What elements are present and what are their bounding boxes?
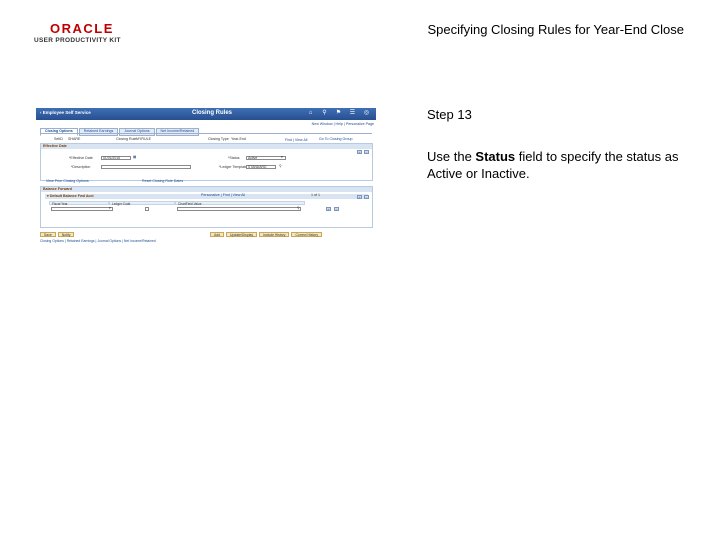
- instruction-pre: Use the: [427, 149, 476, 164]
- grid-header-ledger-code: Ledger Code: [109, 201, 175, 206]
- reset-dates-link[interactable]: Reset Closing Rule Dates: [142, 179, 183, 184]
- fiscal-year-dropdown-icon[interactable]: ▾: [109, 206, 111, 211]
- logo-upk-text: USER PRODUCTIVITY KIT: [34, 37, 121, 44]
- delete-row-button[interactable]: −: [364, 150, 369, 154]
- fiscal-year-select[interactable]: [51, 207, 113, 211]
- home-link[interactable]: ‹ Employee Self Service: [40, 110, 91, 116]
- balance-add-row-button[interactable]: +: [357, 195, 362, 199]
- page-tabs: Closing Options Retained Earnings Journa…: [40, 128, 200, 136]
- effective-find-links[interactable]: Find | View All: [285, 138, 307, 143]
- header-actions: ⌂ ⚲ ⚑ ☰ ◎: [307, 110, 370, 117]
- effective-date-label: *Effective Date: [69, 156, 93, 160]
- slide-title: Specifying Closing Rules for Year-End Cl…: [427, 22, 684, 37]
- instruction-field-name: Status: [475, 149, 516, 164]
- oracle-upk-logo: ORACLE USER PRODUCTIVITY KIT: [34, 22, 130, 44]
- status-dropdown-icon[interactable]: ▾: [281, 155, 283, 160]
- update-display-button[interactable]: Update/Display: [226, 232, 258, 237]
- grid-add-row-button[interactable]: +: [326, 207, 331, 211]
- status-select[interactable]: Active: [246, 156, 286, 160]
- closing-type-value: Year-End: [231, 137, 246, 141]
- description-field[interactable]: [101, 165, 191, 169]
- lookup-icon[interactable]: ⚲: [279, 164, 282, 169]
- closing-rule-value: MYRULE: [136, 137, 151, 141]
- app-header-bar: ‹ Employee Self Service Closing Rules ⌂ …: [36, 108, 376, 120]
- status-label: *Status: [228, 156, 240, 160]
- app-page-title: Closing Rules: [192, 110, 233, 116]
- setid-value: SHARE: [68, 137, 81, 141]
- tab-divider: [40, 133, 372, 134]
- ledger-code-checkbox[interactable]: [145, 207, 149, 211]
- effective-date-header: Effective Date: [41, 144, 372, 149]
- closing-type-label: Closing Type: [208, 137, 229, 141]
- save-button[interactable]: Save: [40, 232, 56, 237]
- primary-buttons: Save Notify: [40, 232, 75, 237]
- search-icon[interactable]: ⚲: [321, 110, 328, 117]
- chartfield-lookup-icon[interactable]: ⚲: [297, 206, 300, 211]
- closing-rule-label: Closing Rule: [116, 137, 137, 141]
- app-screenshot: ‹ Employee Self Service Closing Rules ⌂ …: [36, 108, 376, 258]
- action-buttons: Add Update/Display Include History Corre…: [210, 232, 323, 237]
- footer-tab-links[interactable]: Closing Options | Retained Earnings | Jo…: [40, 239, 156, 244]
- tab-net-income[interactable]: Net Income/Retained: [155, 128, 200, 136]
- add-button[interactable]: Add: [210, 232, 225, 237]
- grid-delete-row-button[interactable]: −: [334, 207, 339, 211]
- ledger-template-field[interactable]: STANDARD: [246, 165, 276, 169]
- tab-journal-options[interactable]: Journal Options: [119, 128, 155, 136]
- setid-label: SetID: [54, 137, 63, 141]
- home-icon[interactable]: ⌂: [307, 110, 314, 117]
- balance-pager-links[interactable]: Personalize | Find | View All: [201, 193, 245, 198]
- grid-header-chartfield: ChartField Value: [175, 201, 305, 206]
- correct-history-button[interactable]: Correct History: [291, 232, 323, 237]
- default-acct-header-label: Default Balance Fwd Acct: [49, 194, 94, 198]
- prior-options-link[interactable]: View Prior Closing Options: [46, 179, 89, 184]
- notify-button[interactable]: Notify: [57, 232, 75, 237]
- description-label: *Description: [71, 165, 91, 169]
- add-row-button[interactable]: +: [357, 150, 362, 154]
- effective-date-field[interactable]: 01/01/2015: [101, 156, 131, 160]
- logo-oracle-text: ORACLE: [50, 21, 114, 36]
- calendar-icon[interactable]: ▦: [133, 155, 136, 160]
- menu-icon[interactable]: ☰: [349, 110, 356, 117]
- effective-date-section: Effective Date Find | View All + − *Effe…: [40, 138, 373, 181]
- grid-header-fiscal-year: Fiscal Year: [49, 201, 109, 206]
- balance-pager-range: 1 of 1: [311, 193, 320, 197]
- closing-group-link[interactable]: Go To Closing Group: [319, 137, 353, 142]
- balance-forward-section: Balance Forward ▾ Default Balance Fwd Ac…: [40, 186, 373, 228]
- include-history-button[interactable]: Include History: [259, 232, 290, 237]
- balance-forward-header: Balance Forward: [41, 187, 372, 192]
- tab-retained-earnings[interactable]: Retained Earnings: [78, 128, 119, 136]
- window-nav-links[interactable]: New Window | Help | Personalize Page: [312, 122, 374, 127]
- flag-icon[interactable]: ⚑: [335, 110, 342, 117]
- tab-closing-options[interactable]: Closing Options: [40, 128, 78, 136]
- home-link-label: Employee Self Service: [42, 110, 91, 115]
- chartfield-value-field[interactable]: [177, 207, 301, 211]
- balance-delete-row-button[interactable]: −: [364, 195, 369, 199]
- step-instruction: Use the Status field to specify the stat…: [427, 148, 687, 182]
- navbar-icon[interactable]: ◎: [363, 110, 370, 117]
- ledger-template-label: *Ledger Template: [219, 165, 248, 169]
- step-number: Step 13: [427, 107, 472, 122]
